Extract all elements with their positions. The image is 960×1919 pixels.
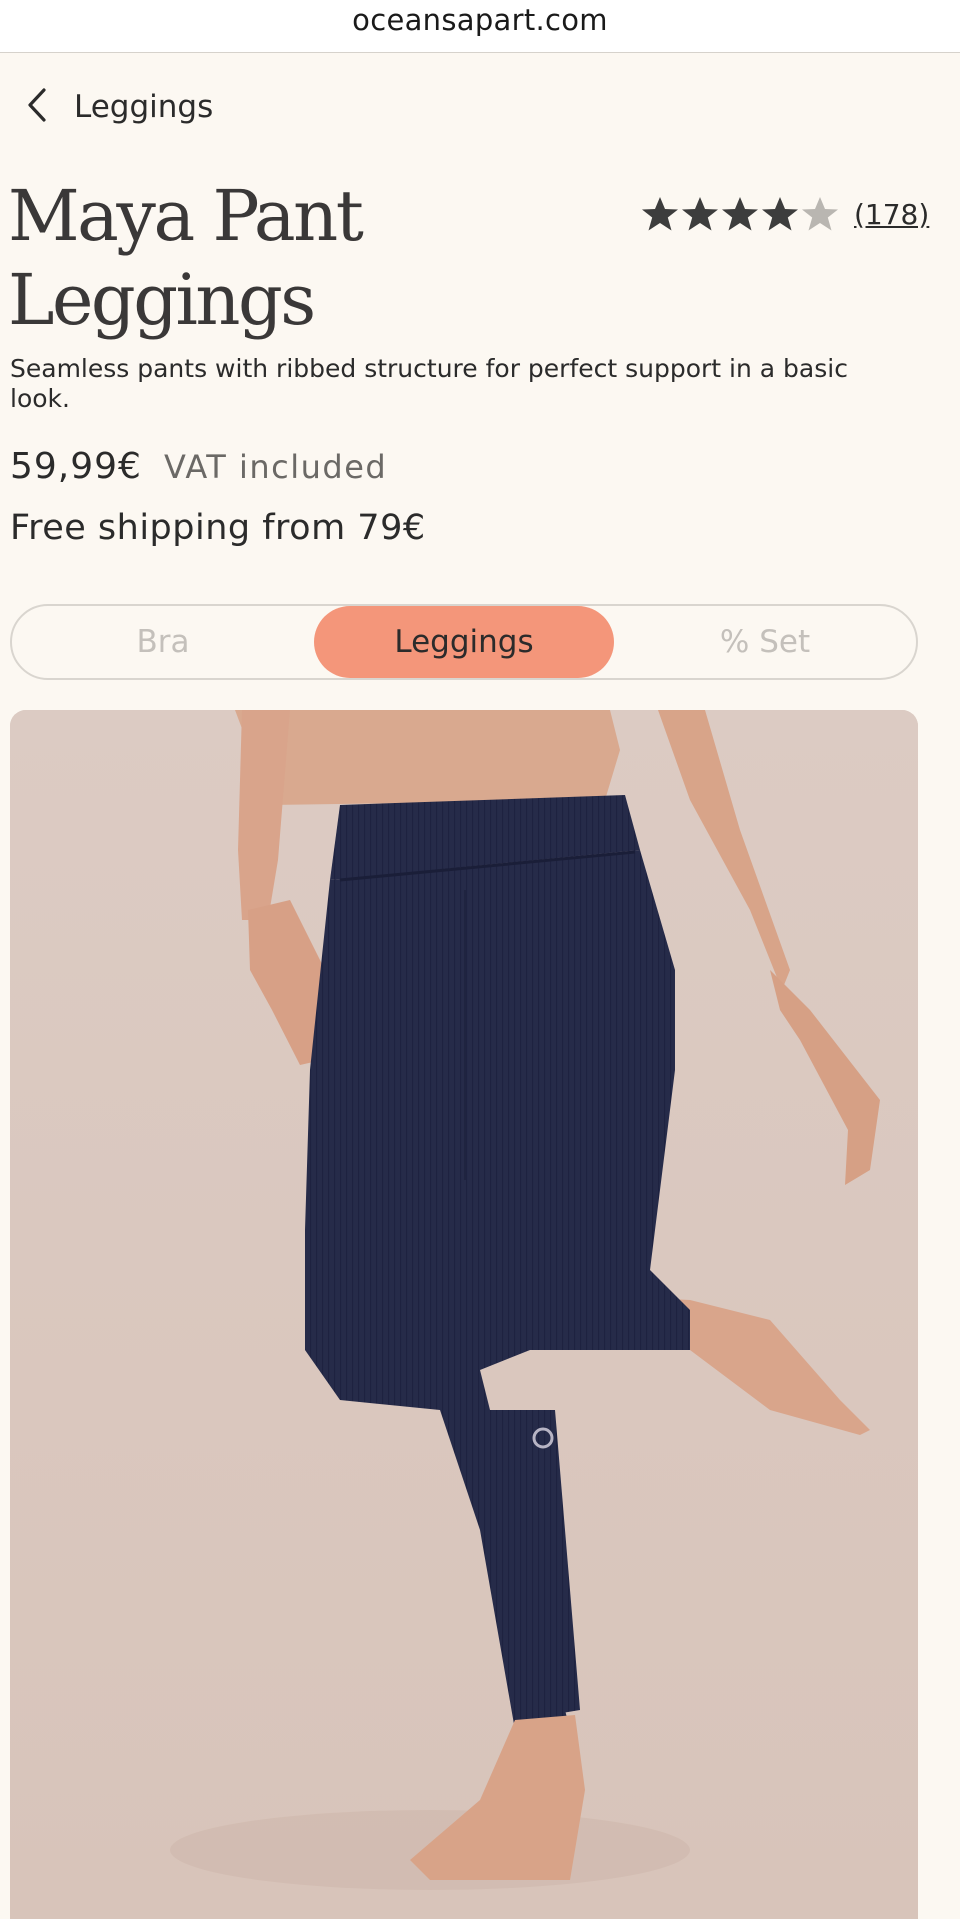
product-title-line1: Maya Pant [8, 175, 364, 257]
back-button[interactable]: Leggings [24, 82, 213, 132]
review-count-link[interactable]: (178) [854, 198, 929, 231]
browser-url-bar[interactable]: oceansapart.com [0, 0, 960, 53]
variant-toggle: Bra Leggings % Set [10, 604, 918, 680]
price-row: 59,99€ VAT included [10, 446, 387, 487]
vat-note: VAT included [163, 448, 388, 486]
product-photo-illustration [10, 710, 918, 1919]
product-rating[interactable]: (178) [640, 188, 929, 240]
url-text: oceansapart.com [352, 3, 608, 37]
star-icon [762, 197, 798, 231]
product-title-line2: Leggings [8, 259, 316, 341]
product-image[interactable] [10, 710, 918, 1919]
chevron-left-icon [24, 86, 50, 128]
back-label: Leggings [74, 89, 214, 125]
shipping-note: Free shipping from 79€ [10, 508, 426, 548]
product-price: 59,99€ [10, 446, 142, 487]
product-description: Seamless pants with ribbed structure for… [10, 354, 848, 413]
product-title: Maya Pant Leggings [8, 174, 608, 342]
variant-option-bra[interactable]: Bra [12, 606, 314, 678]
star-icon [722, 197, 758, 231]
star-icon [642, 197, 678, 231]
variant-option-leggings[interactable]: Leggings [314, 606, 614, 678]
star-empty-icon [802, 197, 838, 231]
variant-option-set[interactable]: % Set [614, 606, 916, 678]
rating-stars [640, 194, 840, 234]
star-icon [682, 197, 718, 231]
